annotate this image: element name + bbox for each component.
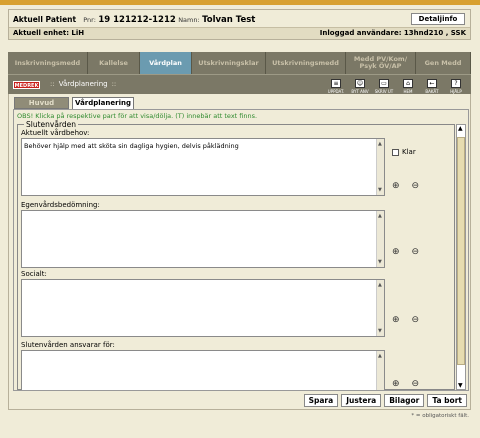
zoom-out-icon[interactable]: ⊖	[412, 181, 420, 191]
field-label-egenvard: Egenvårdsbedömning:	[21, 201, 100, 209]
zoom-controls: ⊕ ⊖	[392, 181, 419, 191]
zoom-out-icon[interactable]: ⊖	[412, 247, 420, 257]
required-footnote: * = obligatoriskt fält.	[411, 413, 469, 419]
klar-label: Klar	[402, 148, 416, 156]
scroll-up-icon[interactable]: ▲	[378, 352, 382, 360]
klar-checkbox[interactable]: Klar	[392, 148, 416, 156]
back-button[interactable]: ← BAKÅT	[421, 76, 443, 94]
tab-utskrivningsklar[interactable]: Utskrivningsklar	[192, 52, 266, 74]
checkbox-icon[interactable]	[392, 148, 399, 156]
subtabs: Huvud Vårdplanering	[14, 97, 134, 109]
textarea-scrollbar[interactable]: ▲ ▼	[376, 280, 384, 336]
attachments-button[interactable]: Bilagor	[384, 394, 425, 407]
textarea-scrollbar[interactable]: ▲ ▼	[376, 139, 384, 195]
slutenvarden-section: Slutenvården Aktuellt vårdbehov: Behöver…	[17, 120, 455, 390]
scroll-up-icon[interactable]: ▲	[378, 212, 382, 220]
home-icon: ⌂	[403, 79, 413, 88]
pnr-label: Pnr:	[83, 16, 96, 24]
update-icon: ≡	[331, 79, 341, 88]
detail-info-button[interactable]: Detaljinfo	[411, 13, 465, 25]
zoom-out-icon[interactable]: ⊖	[412, 379, 420, 389]
breadcrumb-current: Vårdplanering	[58, 80, 108, 88]
switch-user-button[interactable]: ☺ BYT ANV	[349, 76, 371, 94]
field-label-ansvarar: Slutenvården ansvarar för:	[21, 341, 115, 349]
content-scrollbar[interactable]: ▲ ▼	[456, 124, 466, 390]
delete-button[interactable]: Ta bort	[427, 394, 467, 407]
tab-inskrivningsmedd[interactable]: Inskrivningsmedd	[8, 52, 88, 74]
main-tabbar: Inskrivningsmedd Kallelse Vårdplan Utskr…	[8, 52, 471, 74]
ansvarar-textarea[interactable]: ▲	[21, 350, 385, 390]
breadcrumb-separator-icon: ::	[111, 80, 117, 88]
scroll-down-icon[interactable]: ▼	[378, 327, 382, 335]
scroll-down-icon[interactable]: ▼	[458, 382, 463, 389]
scroll-up-icon[interactable]: ▲	[378, 140, 382, 148]
scroll-up-icon[interactable]: ▲	[458, 125, 463, 132]
toolbar: MEDREK :: Vårdplanering:: ≡ UPPDAT. ☺ BYT A…	[8, 74, 471, 94]
patient-label: Aktuell Patient	[13, 15, 77, 24]
update-button[interactable]: ≡ UPPDAT.	[325, 76, 347, 94]
textarea-scrollbar[interactable]: ▲ ▼	[376, 211, 384, 267]
patient-header: Aktuell Patient Pnr: 19 121212-1212 Namn…	[8, 9, 471, 40]
zoom-in-icon[interactable]: ⊕	[392, 247, 400, 257]
back-icon: ←	[427, 79, 437, 88]
pnr-value: 19 121212-1212	[98, 15, 176, 25]
field-label-socialt: Socialt:	[21, 270, 47, 278]
egenvard-textarea[interactable]: ▲ ▼	[21, 210, 385, 268]
adjust-button[interactable]: Justera	[341, 394, 382, 407]
print-icon: ▭	[379, 79, 389, 88]
home-button[interactable]: ⌂ HEM	[397, 76, 419, 94]
zoom-in-icon[interactable]: ⊕	[392, 379, 400, 389]
breadcrumb: :: Vårdplanering::	[46, 80, 120, 88]
tab-kallelse[interactable]: Kallelse	[88, 52, 140, 74]
breadcrumb-separator-icon: ::	[50, 80, 55, 88]
name-label: Namn:	[178, 16, 200, 24]
tab-medd-pv[interactable]: Medd PV/Kom/ Psyk ÖV/AP	[346, 52, 416, 74]
top-stripe	[0, 0, 480, 5]
logged-in-user: Inloggad användare: 13hnd210 , SSK	[319, 29, 466, 37]
print-button[interactable]: ▭ SKRIV UT	[373, 76, 395, 94]
unit-row: Aktuell enhet: LiH Inloggad användare: 1…	[9, 27, 470, 39]
help-icon: ?	[451, 79, 461, 88]
tab-gen-medd[interactable]: Gen Medd	[416, 52, 471, 74]
zoom-in-icon[interactable]: ⊕	[392, 181, 400, 191]
notice-text: OBS! Klicka på respektive part för att v…	[17, 112, 258, 120]
zoom-controls: ⊕ ⊖	[392, 315, 419, 325]
vardbehov-value: Behöver hjälp med att sköta sin dagliga …	[24, 142, 239, 150]
medrek-logo: MEDREK	[13, 81, 40, 89]
scroll-down-icon[interactable]: ▼	[378, 186, 382, 194]
toolbar-tools: ≡ UPPDAT. ☺ BYT ANV ▭ SKRIV UT ⌂ HEM ← BAKÅT …	[325, 76, 467, 94]
vardbehov-textarea[interactable]: Behöver hjälp med att sköta sin dagliga …	[21, 138, 385, 196]
socialt-textarea[interactable]: ▲ ▼	[21, 279, 385, 337]
tab-utskrivningsmedd[interactable]: Utskrivningsmedd	[266, 52, 346, 74]
scroll-down-icon[interactable]: ▼	[378, 258, 382, 266]
action-buttons: Spara Justera Bilagor Ta bort	[303, 394, 467, 407]
scroll-up-icon[interactable]: ▲	[378, 281, 382, 289]
save-button[interactable]: Spara	[303, 394, 339, 407]
tab-vardplan[interactable]: Vårdplan	[140, 52, 192, 74]
main-panel: Huvud Vårdplanering OBS! Klicka på respe…	[8, 94, 471, 410]
zoom-in-icon[interactable]: ⊕	[392, 315, 400, 325]
current-unit: Aktuell enhet: LiH	[13, 29, 85, 37]
name-value: Tolvan Test	[202, 15, 256, 25]
scrollbar-thumb[interactable]	[457, 137, 465, 365]
help-button[interactable]: ? HJÄLP	[445, 76, 467, 94]
content-area: OBS! Klicka på respektive part för att v…	[13, 109, 469, 391]
textarea-scrollbar[interactable]: ▲	[376, 351, 384, 390]
field-label-vardbehov: Aktuellt vårdbehov:	[21, 129, 90, 137]
zoom-controls: ⊕ ⊖	[392, 247, 419, 257]
subtab-huvud[interactable]: Huvud	[14, 97, 69, 109]
subtab-vardplanering[interactable]: Vårdplanering	[72, 97, 134, 109]
zoom-controls: ⊕ ⊖	[392, 379, 419, 389]
switch-user-icon: ☺	[355, 79, 365, 88]
zoom-out-icon[interactable]: ⊖	[412, 315, 420, 325]
section-title[interactable]: Slutenvården	[24, 120, 79, 129]
patient-info: Aktuell Patient Pnr: 19 121212-1212 Namn…	[13, 15, 255, 25]
